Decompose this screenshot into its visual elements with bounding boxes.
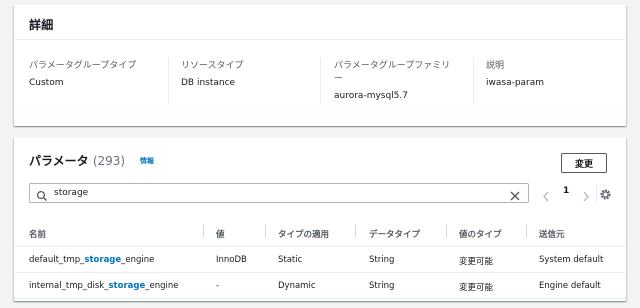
detail-label: パラメータグループタイプ bbox=[29, 61, 137, 71]
cell-data-type: String bbox=[369, 255, 395, 265]
gear-icon[interactable] bbox=[599, 186, 612, 205]
column-header-data-type[interactable]: データタイプ bbox=[369, 228, 420, 240]
detail-label: パラメータグループファミリ bbox=[334, 61, 451, 71]
cell-name[interactable]: internal_tmp_disk_storage_engine bbox=[29, 281, 178, 291]
detail-value: Custom bbox=[29, 78, 64, 88]
pagination-divider bbox=[596, 184, 597, 202]
name-highlight: storage bbox=[84, 255, 122, 265]
column-separator[interactable] bbox=[526, 224, 527, 238]
detail-parameter-group-family: パラメータグループファミリ ー aurora-mysql5.7 bbox=[334, 60, 450, 103]
column-header-name[interactable]: 名前 bbox=[29, 228, 46, 240]
search-input[interactable]: storage bbox=[29, 183, 529, 203]
close-icon[interactable] bbox=[509, 187, 521, 206]
table-row[interactable]: default_tmp_storage_engine InnoDB Static… bbox=[14, 247, 626, 273]
table-header: 名前 値 タイプの適用 データタイプ 値のタイプ 送信元 bbox=[14, 214, 626, 247]
details-header: 詳細 bbox=[14, 5, 626, 40]
column-header-source[interactable]: 送信元 bbox=[539, 228, 565, 240]
column-header-value-type[interactable]: 値のタイプ bbox=[459, 228, 502, 240]
parameters-count: (293) bbox=[92, 154, 126, 168]
cell-apply-type: Dynamic bbox=[278, 281, 316, 291]
details-title: 詳細 bbox=[29, 18, 54, 32]
detail-description: 説明 iwasa-param bbox=[486, 60, 544, 90]
cell-value: InnoDB bbox=[216, 255, 247, 265]
cell-apply-type: Static bbox=[278, 255, 303, 265]
detail-divider bbox=[168, 58, 169, 104]
name-highlight: storage bbox=[108, 281, 146, 291]
column-separator[interactable] bbox=[265, 224, 266, 238]
detail-value: aurora-mysql5.7 bbox=[334, 91, 408, 101]
search-value: storage bbox=[54, 188, 89, 198]
details-panel: 詳細 パラメータグループタイプ Custom リソースタイプ DB instan… bbox=[14, 5, 626, 126]
cell-value: - bbox=[216, 281, 220, 291]
name-prefix: internal_tmp_disk_ bbox=[29, 281, 109, 291]
pagination-current-page[interactable]: 1 bbox=[563, 186, 569, 196]
cell-source: System default bbox=[539, 255, 604, 265]
column-header-value[interactable]: 値 bbox=[216, 228, 225, 240]
table-row[interactable]: internal_tmp_disk_storage_engine - Dynam… bbox=[14, 273, 626, 299]
detail-divider bbox=[473, 58, 474, 104]
column-separator[interactable] bbox=[203, 224, 204, 238]
parameters-panel: パラメータ (293) 情報 変更 storage 1 名前 値 タイプの適用 bbox=[14, 138, 626, 301]
name-suffix: _engine bbox=[145, 281, 179, 291]
edit-button[interactable]: 変更 bbox=[561, 153, 607, 173]
details-grid: パラメータグループタイプ Custom リソースタイプ DB instance … bbox=[14, 40, 626, 125]
cell-source: Engine default bbox=[539, 281, 601, 291]
chevron-right-icon[interactable] bbox=[582, 187, 590, 206]
name-prefix: default_tmp_ bbox=[29, 255, 85, 265]
detail-label: 説明 bbox=[486, 61, 505, 71]
cell-data-type: String bbox=[369, 281, 395, 291]
column-separator[interactable] bbox=[446, 224, 447, 238]
cell-value-type: 変更可能 bbox=[459, 283, 494, 293]
detail-divider bbox=[320, 58, 321, 104]
search-icon bbox=[36, 187, 48, 206]
parameters-title: パラメータ (293) bbox=[29, 152, 125, 169]
column-separator[interactable] bbox=[355, 224, 356, 238]
cell-name[interactable]: default_tmp_storage_engine bbox=[29, 255, 154, 265]
info-link[interactable]: 情報 bbox=[140, 156, 154, 166]
detail-label: リソースタイプ bbox=[181, 61, 244, 71]
cell-value-type: 変更可能 bbox=[459, 257, 494, 267]
chevron-left-icon[interactable] bbox=[542, 187, 550, 206]
column-header-apply-type[interactable]: タイプの適用 bbox=[278, 228, 329, 240]
detail-resource-type: リソースタイプ DB instance bbox=[181, 60, 244, 90]
detail-parameter-group-type: パラメータグループタイプ Custom bbox=[29, 60, 136, 90]
detail-value: DB instance bbox=[181, 78, 236, 88]
detail-value: iwasa-param bbox=[486, 78, 545, 88]
detail-label-continued: ー bbox=[334, 74, 344, 84]
parameters-table: 名前 値 タイプの適用 データタイプ 値のタイプ 送信元 default_tmp… bbox=[14, 214, 626, 299]
parameters-title-text: パラメータ bbox=[29, 154, 89, 168]
name-suffix: _engine bbox=[121, 255, 155, 265]
